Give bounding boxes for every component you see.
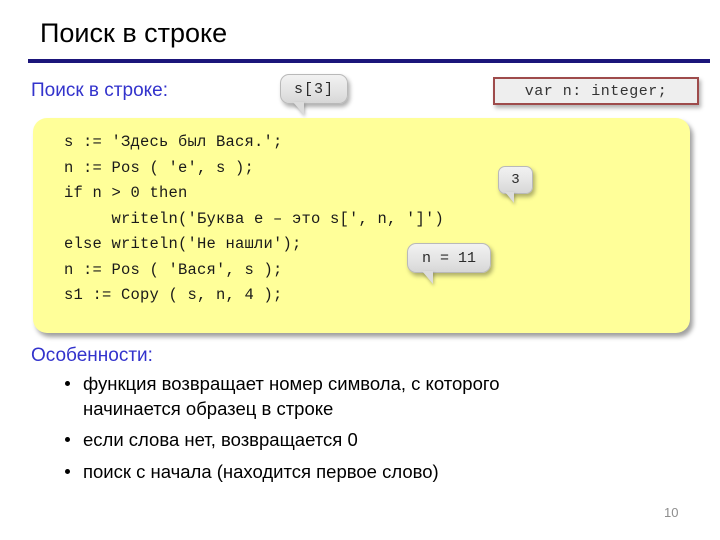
callout-index-expression: s[3]: [280, 74, 348, 115]
list-item: функция возвращает номер символа, с кото…: [62, 372, 682, 421]
code-line: n := Pos ( 'e', s );: [64, 158, 255, 177]
bullet-dot-icon: [65, 437, 70, 442]
list-item: поиск с начала (находится первое слово): [62, 460, 682, 485]
callout-result-n-label: n = 11: [421, 249, 476, 267]
page-number: 10: [664, 505, 679, 520]
bullet-dot-icon: [65, 381, 70, 386]
bullet-dot-icon: [65, 468, 70, 474]
list-item-text: поиск с начала (находится первое слово): [83, 460, 439, 482]
page-title: Поиск в строке: [40, 18, 228, 48]
list-item-text: если слова нет, возвращается 0: [83, 429, 358, 450]
code-line: s1 := Copy ( s, n, 4 );: [64, 286, 283, 304]
var-declaration-label: var n: integer;: [524, 82, 668, 100]
callout-result-three: 3: [498, 166, 533, 203]
list-item: если слова нет, возвращается 0: [62, 428, 682, 453]
features-heading: Особенности:: [31, 345, 153, 366]
code-line: writeln('Буква е – это s[', n, ']'): [64, 209, 445, 228]
callout-tail-icon: [422, 271, 433, 284]
list-item-text-continued: начинается образец в строке: [83, 397, 334, 419]
code-line: if n > 0 then: [64, 184, 188, 202]
code-line: else writeln('Не нашли');: [64, 235, 302, 253]
code-line: n := Pos ( 'Вася', s );: [64, 260, 283, 279]
title-divider: [28, 59, 710, 63]
callout-tail-icon: [505, 192, 514, 203]
callout-result-n: n = 11: [407, 243, 491, 284]
subtitle-label: Поиск в строке:: [31, 80, 169, 101]
list-item-text: функция возвращает номер символа, с кото…: [83, 373, 500, 394]
callout-result-three-label: 3: [511, 172, 520, 188]
features-list: функция возвращает номер символа, с кото…: [62, 372, 682, 491]
code-line: s := 'Здесь был Вася.';: [64, 133, 283, 151]
var-declaration-box: var n: integer;: [493, 77, 699, 105]
code-block: s := 'Здесь был Вася.'; n := Pos ( 'e', …: [33, 118, 690, 333]
callout-index-expression-label: s[3]: [293, 80, 334, 98]
callout-tail-icon: [293, 102, 304, 115]
